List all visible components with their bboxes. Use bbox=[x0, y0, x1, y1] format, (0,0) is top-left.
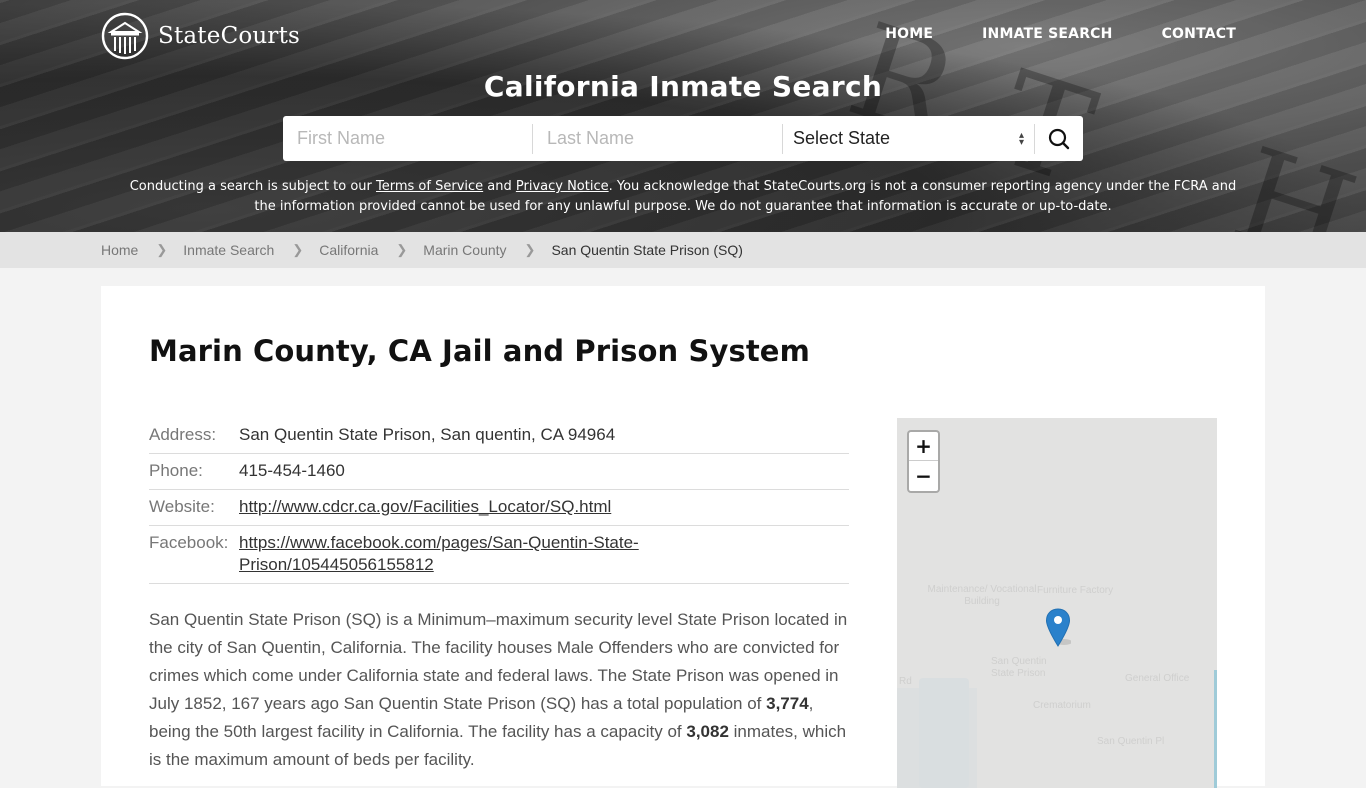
facebook-label: Facebook: bbox=[149, 525, 239, 584]
breadcrumb-home[interactable]: Home bbox=[101, 242, 138, 258]
content-card: Marin County, CA Jail and Prison System … bbox=[101, 286, 1265, 788]
map-label: San Quentin Pl bbox=[1097, 736, 1165, 747]
search-disclaimer: Conducting a search is subject to our Te… bbox=[120, 177, 1246, 217]
breadcrumb-inmate-search[interactable]: Inmate Search bbox=[183, 242, 274, 258]
statecourts-logo-link[interactable]: StateCourts bbox=[101, 12, 300, 60]
facility-info-table: Address: San Quentin State Prison, San q… bbox=[149, 418, 849, 584]
nav-home[interactable]: HOME bbox=[885, 26, 933, 42]
map-zoom-out-button[interactable]: − bbox=[909, 461, 938, 490]
map-label: Furniture Factory bbox=[1037, 585, 1114, 596]
chevron-right-icon: ❯ bbox=[396, 242, 408, 257]
map-zoom-in-button[interactable]: + bbox=[909, 432, 938, 461]
chevron-right-icon: ❯ bbox=[156, 242, 168, 257]
disclaimer-text: and bbox=[483, 179, 516, 194]
website-link[interactable]: http://www.cdcr.ca.gov/Facilities_Locato… bbox=[239, 497, 611, 516]
map-label: San Quentin State Prison bbox=[991, 656, 1047, 679]
phone-label: Phone: bbox=[149, 453, 239, 490]
terms-of-service-link[interactable]: Terms of Service bbox=[376, 179, 483, 194]
map-label: General Office bbox=[1125, 673, 1190, 684]
privacy-notice-link[interactable]: Privacy Notice bbox=[516, 179, 609, 194]
hero-header: RT HOUSE StateCourts HOME INMATE SEARCH … bbox=[0, 0, 1366, 232]
select-updown-icon: ▴ ▾ bbox=[1018, 129, 1024, 148]
page-title: Marin County, CA Jail and Prison System bbox=[149, 334, 810, 368]
map-water-area bbox=[919, 678, 969, 788]
address-value: San Quentin State Prison, San quentin, C… bbox=[239, 418, 849, 454]
facebook-link-line1: https://www.facebook.com/pages/San-Quent… bbox=[239, 533, 639, 552]
first-name-input[interactable] bbox=[283, 123, 533, 154]
breadcrumb-california[interactable]: California bbox=[319, 242, 378, 258]
state-select[interactable]: Select State ▴ ▾ bbox=[783, 123, 1035, 154]
search-button[interactable] bbox=[1035, 116, 1083, 161]
info-row-website: Website: http://www.cdcr.ca.gov/Faciliti… bbox=[149, 489, 849, 526]
facility-map[interactable]: Maintenance/ Vocational Building Furnitu… bbox=[897, 418, 1217, 788]
breadcrumb-marin-county[interactable]: Marin County bbox=[423, 242, 506, 258]
info-row-phone: Phone: 415-454-1460 bbox=[149, 453, 849, 490]
map-label: Rd bbox=[899, 676, 912, 687]
info-row-address: Address: San Quentin State Prison, San q… bbox=[149, 418, 849, 454]
last-name-input[interactable] bbox=[533, 123, 783, 154]
description-text: San Quentin State Prison (SQ) is a Minim… bbox=[149, 610, 848, 713]
facility-description: San Quentin State Prison (SQ) is a Minim… bbox=[149, 606, 849, 774]
breadcrumb: Home ❯ Inmate Search ❯ California ❯ Mari… bbox=[101, 232, 743, 268]
search-icon bbox=[1048, 128, 1070, 149]
state-select-value: Select State bbox=[793, 128, 891, 148]
chevron-right-icon: ❯ bbox=[524, 242, 536, 257]
population-value: 3,774 bbox=[766, 694, 809, 713]
breadcrumb-bar: Home ❯ Inmate Search ❯ California ❯ Mari… bbox=[0, 232, 1366, 268]
chevron-right-icon: ❯ bbox=[292, 242, 304, 257]
address-label: Address: bbox=[149, 418, 239, 454]
hero-title: California Inmate Search bbox=[483, 70, 883, 103]
courthouse-columns-icon bbox=[101, 12, 149, 60]
nav-inmate-search[interactable]: INMATE SEARCH bbox=[982, 26, 1112, 42]
map-shoreline bbox=[1214, 670, 1217, 788]
brand-name: StateCourts bbox=[158, 23, 301, 49]
website-label: Website: bbox=[149, 489, 239, 526]
map-zoom-control: + − bbox=[907, 430, 940, 493]
phone-value: 415-454-1460 bbox=[239, 453, 849, 490]
facebook-link-line2: Prison/105445056155812 bbox=[239, 555, 434, 574]
disclaimer-text: Conducting a search is subject to our bbox=[129, 179, 377, 194]
map-marker-icon[interactable] bbox=[1045, 608, 1071, 648]
inmate-search-form: Select State ▴▾ bbox=[283, 116, 1083, 161]
capacity-value: 3,082 bbox=[686, 722, 729, 741]
facebook-link[interactable]: https://www.facebook.com/pages/San-Quent… bbox=[239, 533, 639, 574]
breadcrumb-current: San Quentin State Prison (SQ) bbox=[551, 242, 743, 258]
main-nav: HOME INMATE SEARCH CONTACT bbox=[836, 26, 1236, 42]
map-label: Crematorium bbox=[1033, 700, 1091, 711]
info-row-facebook: Facebook: https://www.facebook.com/pages… bbox=[149, 525, 849, 584]
map-label: Maintenance/ Vocational Building bbox=[927, 584, 1037, 607]
nav-contact[interactable]: CONTACT bbox=[1162, 26, 1236, 42]
